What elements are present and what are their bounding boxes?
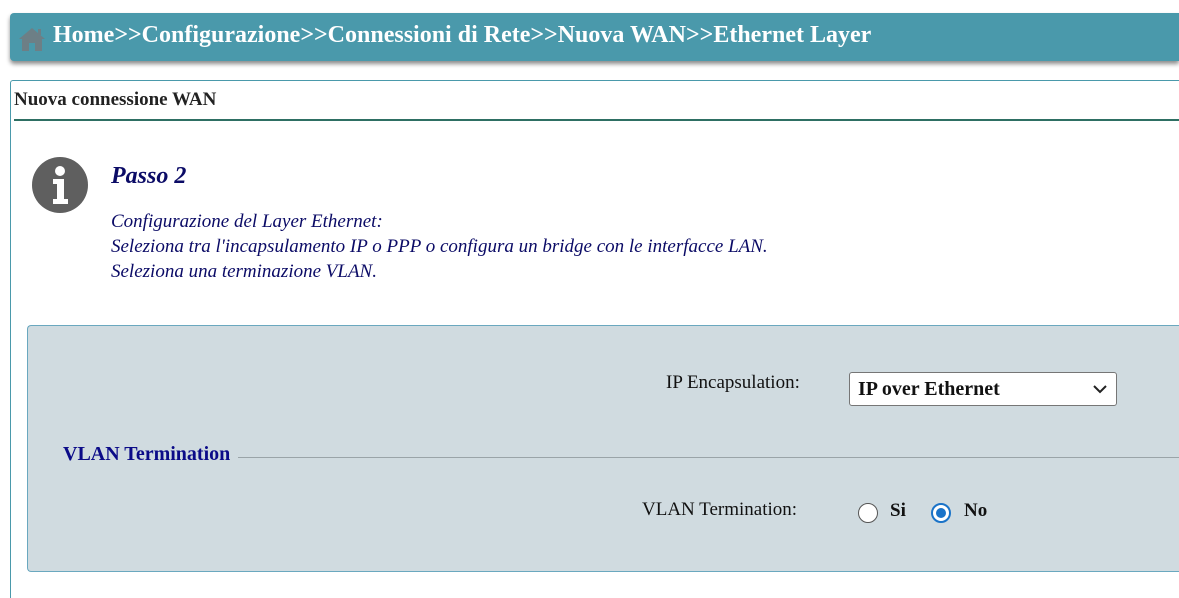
chevron-down-icon: [1092, 381, 1108, 397]
panel-title-divider: [14, 119, 1179, 121]
step-title: Passo 2: [111, 163, 187, 189]
vlan-si-radio[interactable]: [858, 503, 878, 523]
breadcrumb-bar: Home>>Configurazione>>Connessioni di Ret…: [10, 13, 1179, 61]
step-description-line: Seleziona tra l'incapsulamento IP o PPP …: [111, 236, 768, 257]
step-description-line: Configurazione del Layer Ethernet:: [111, 211, 383, 232]
breadcrumb: Home>>Configurazione>>Connessioni di Ret…: [53, 22, 872, 48]
panel-title: Nuova connessione WAN: [14, 89, 217, 110]
vlan-termination-label: VLAN Termination:: [642, 499, 798, 520]
info-icon: [31, 156, 89, 214]
step-description-line: Seleziona una terminazione VLAN.: [111, 261, 377, 282]
home-icon[interactable]: [18, 26, 46, 52]
step-description: Configurazione del Layer Ethernet: Selez…: [111, 209, 768, 284]
ip-encapsulation-label: IP Encapsulation:: [666, 372, 800, 393]
vlan-section-title: VLAN Termination: [63, 443, 233, 466]
ip-encapsulation-select[interactable]: IP over Ethernet: [849, 372, 1117, 406]
vlan-no-radio[interactable]: [931, 503, 951, 523]
ip-encapsulation-value: IP over Ethernet: [858, 378, 1000, 400]
vlan-section-divider: [238, 457, 1179, 458]
vlan-no-label[interactable]: No: [964, 500, 987, 522]
vlan-si-label[interactable]: Si: [890, 500, 906, 522]
